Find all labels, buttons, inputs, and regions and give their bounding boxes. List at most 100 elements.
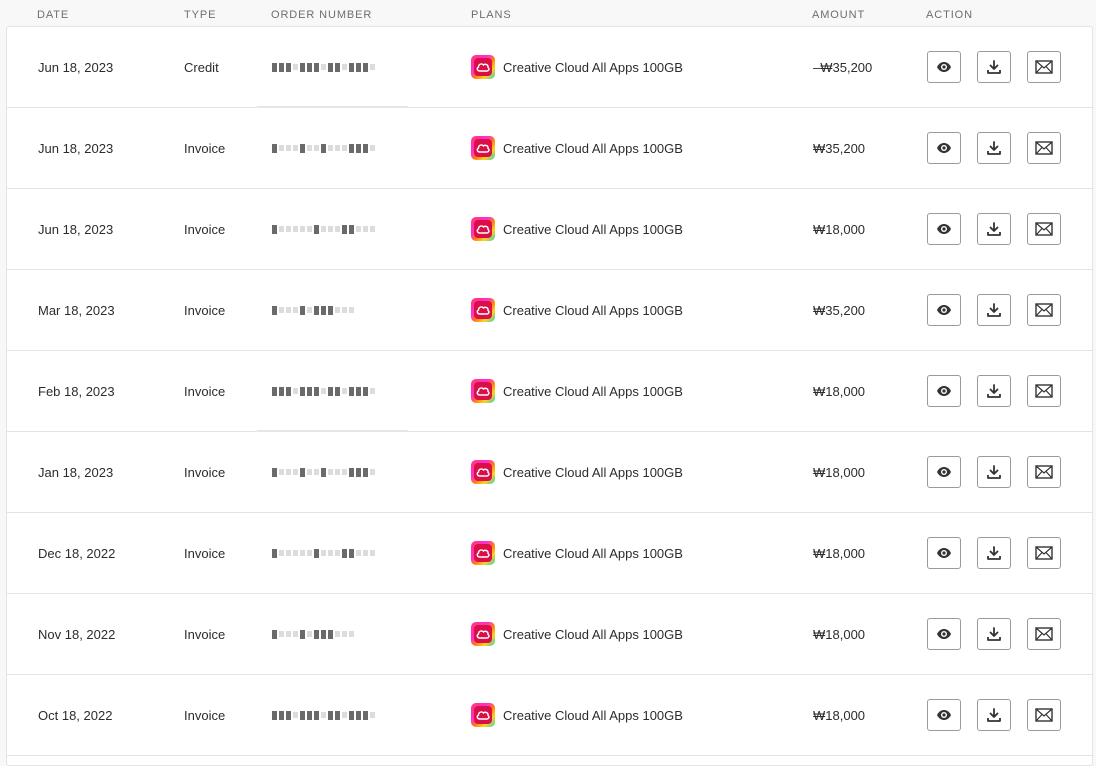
row-date: Feb 18, 2023: [38, 383, 115, 399]
row-amount: ₩18,000: [813, 707, 866, 723]
redacted-order-number: [272, 62, 375, 72]
email-button[interactable]: [1027, 294, 1061, 326]
envelope-icon: [1035, 546, 1053, 560]
row-order-number-redacted: [257, 675, 408, 755]
row-actions: [927, 189, 1077, 269]
email-button[interactable]: [1027, 51, 1061, 83]
view-button[interactable]: [927, 618, 961, 650]
view-button[interactable]: [927, 537, 961, 569]
row-date: Oct 18, 2022: [38, 707, 113, 723]
row-plan: Creative Cloud All Apps 100GB: [471, 27, 683, 107]
row-actions: [927, 675, 1077, 755]
eye-icon: [937, 710, 951, 720]
email-button[interactable]: [1027, 132, 1061, 164]
envelope-icon: [1035, 708, 1053, 722]
download-button[interactable]: [977, 456, 1011, 488]
email-button[interactable]: [1027, 537, 1061, 569]
row-date: Jun 18, 2023: [38, 221, 114, 237]
row-order-number-redacted: [257, 351, 408, 431]
row-order-number-redacted: [257, 432, 408, 512]
envelope-icon: [1035, 303, 1053, 317]
envelope-icon: [1035, 384, 1053, 398]
row-plan: Creative Cloud All Apps 100GB: [471, 594, 683, 674]
row-amount: ₩35,200: [813, 140, 866, 156]
row-actions: [927, 27, 1077, 107]
creative-cloud-logo-icon: [471, 379, 495, 403]
row-plan: Creative Cloud All Apps 100GB: [471, 270, 683, 350]
download-button[interactable]: [977, 375, 1011, 407]
email-button[interactable]: [1027, 213, 1061, 245]
redacted-order-number: [272, 467, 375, 477]
download-icon: [987, 303, 1001, 317]
row-amount: ₩18,000: [813, 626, 866, 642]
download-icon: [987, 708, 1001, 722]
eye-icon: [937, 224, 951, 234]
table-header: DATE TYPE ORDER NUMBER PLANS AMOUNT ACTI…: [0, 0, 1096, 26]
redacted-order-number: [272, 710, 375, 720]
eye-icon: [937, 305, 951, 315]
creative-cloud-logo-icon: [471, 298, 495, 322]
download-button[interactable]: [977, 537, 1011, 569]
view-button[interactable]: [927, 456, 961, 488]
row-type: Invoice: [184, 626, 226, 642]
row-amount: –₩35,200: [813, 59, 873, 75]
redacted-order-number: [272, 224, 375, 234]
email-button[interactable]: [1027, 699, 1061, 731]
plan-name: Creative Cloud All Apps 100GB: [503, 140, 683, 156]
table-row: Jun 18, 2023 Credit Creative Cloud All A…: [7, 27, 1092, 109]
table-row: Dec 18, 2022 Invoice Creative Cloud All …: [7, 513, 1092, 594]
email-button[interactable]: [1027, 456, 1061, 488]
view-button[interactable]: [927, 294, 961, 326]
envelope-icon: [1035, 222, 1053, 236]
table-row: Nov 18, 2022 Invoice Creative Cloud All …: [7, 594, 1092, 675]
download-button[interactable]: [977, 699, 1011, 731]
plan-name: Creative Cloud All Apps 100GB: [503, 221, 683, 237]
email-button[interactable]: [1027, 618, 1061, 650]
row-plan: Creative Cloud All Apps 100GB: [471, 513, 683, 593]
row-amount: ₩18,000: [813, 221, 866, 237]
row-date: Nov 18, 2022: [38, 626, 116, 642]
plan-name: Creative Cloud All Apps 100GB: [503, 302, 683, 318]
creative-cloud-logo-icon: [471, 622, 495, 646]
redacted-order-number: [272, 305, 354, 315]
eye-icon: [937, 548, 951, 558]
table-row: Feb 18, 2023 Invoice Creative Cloud All …: [7, 351, 1092, 433]
row-plan: Creative Cloud All Apps 100GB: [471, 189, 683, 269]
table-row: Oct 18, 2022 Invoice Creative Cloud All …: [7, 675, 1092, 756]
plan-name: Creative Cloud All Apps 100GB: [503, 464, 683, 480]
plan-name: Creative Cloud All Apps 100GB: [503, 383, 683, 399]
view-button[interactable]: [927, 51, 961, 83]
redacted-order-number: [272, 548, 375, 558]
view-button[interactable]: [927, 699, 961, 731]
row-actions: [927, 432, 1077, 512]
view-button[interactable]: [927, 375, 961, 407]
row-plan: Creative Cloud All Apps 100GB: [471, 675, 683, 755]
download-icon: [987, 60, 1001, 74]
row-order-number-redacted: [257, 189, 408, 269]
creative-cloud-logo-icon: [471, 703, 495, 727]
email-button[interactable]: [1027, 375, 1061, 407]
row-type: Invoice: [184, 383, 226, 399]
download-button[interactable]: [977, 132, 1011, 164]
col-header-order: ORDER NUMBER: [271, 9, 373, 21]
plan-name: Creative Cloud All Apps 100GB: [503, 707, 683, 723]
table-row: Jan 18, 2023 Invoice Creative Cloud All …: [7, 432, 1092, 513]
view-button[interactable]: [927, 213, 961, 245]
row-type: Invoice: [184, 302, 226, 318]
download-button[interactable]: [977, 294, 1011, 326]
download-button[interactable]: [977, 51, 1011, 83]
download-button[interactable]: [977, 618, 1011, 650]
row-type: Credit: [184, 59, 219, 75]
row-date: Mar 18, 2023: [38, 302, 115, 318]
row-date: Jun 18, 2023: [38, 140, 114, 156]
row-actions: [927, 270, 1077, 350]
row-plan: Creative Cloud All Apps 100GB: [471, 351, 683, 431]
row-order-number-redacted: [257, 270, 408, 350]
eye-icon: [937, 629, 951, 639]
view-button[interactable]: [927, 132, 961, 164]
creative-cloud-logo-icon: [471, 136, 495, 160]
row-type: Invoice: [184, 707, 226, 723]
creative-cloud-logo-icon: [471, 541, 495, 565]
table-row: Jun 18, 2023 Invoice Creative Cloud All …: [7, 189, 1092, 270]
download-button[interactable]: [977, 213, 1011, 245]
